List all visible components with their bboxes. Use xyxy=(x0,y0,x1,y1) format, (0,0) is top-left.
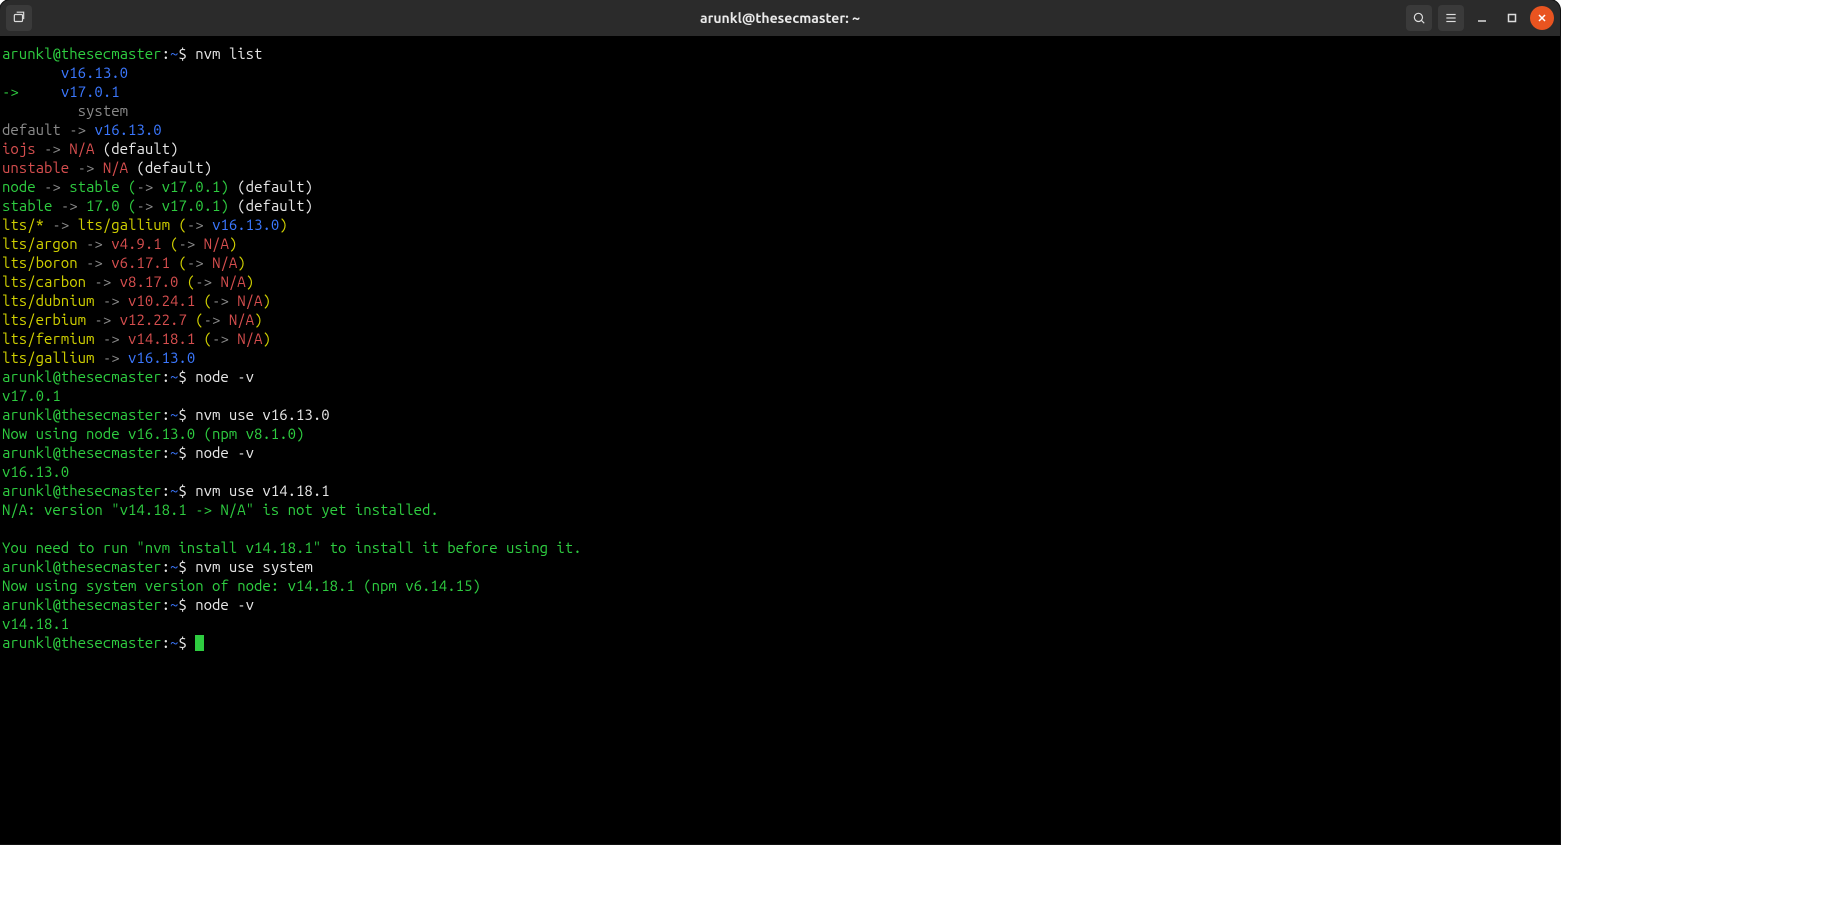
new-tab-icon xyxy=(12,11,26,25)
minimize-button[interactable] xyxy=(1470,6,1494,30)
terminal-body[interactable]: arunkl@thesecmaster:~$ nvm list v16.13.0… xyxy=(0,36,1560,844)
cursor xyxy=(195,635,204,651)
terminal-window: arunkl@thesecmaster: ~ arunkl@thesecmast… xyxy=(0,0,1560,844)
hamburger-menu-button[interactable] xyxy=(1438,5,1464,31)
close-icon xyxy=(1537,13,1547,23)
search-icon xyxy=(1412,11,1426,25)
titlebar[interactable]: arunkl@thesecmaster: ~ xyxy=(0,0,1560,36)
search-button[interactable] xyxy=(1406,5,1432,31)
window-title: arunkl@thesecmaster: ~ xyxy=(0,0,1560,36)
minimize-icon xyxy=(1477,13,1487,23)
terminal-output: arunkl@thesecmaster:~$ nvm list v16.13.0… xyxy=(2,44,1560,652)
menu-icon xyxy=(1444,11,1458,25)
maximize-button[interactable] xyxy=(1500,6,1524,30)
new-tab-button[interactable] xyxy=(6,5,32,31)
maximize-icon xyxy=(1507,13,1517,23)
close-button[interactable] xyxy=(1530,6,1554,30)
